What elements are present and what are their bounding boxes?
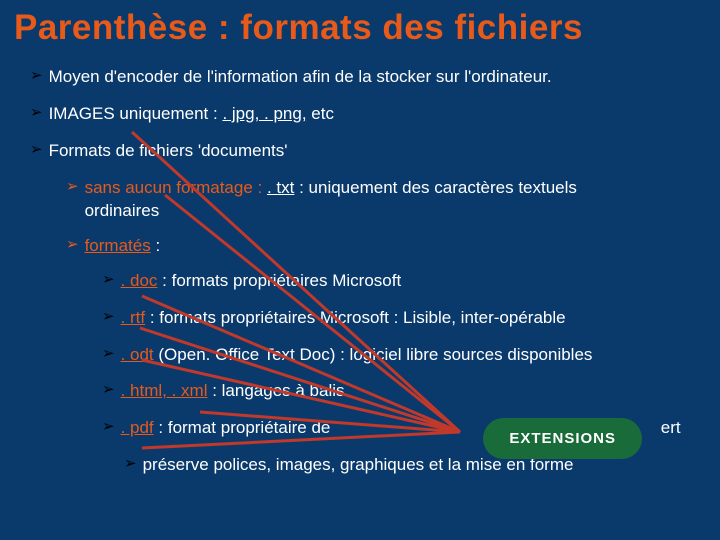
label: etc: [307, 104, 334, 123]
label-tail: ert: [661, 417, 681, 440]
label: : formats propriétaires Microsoft: [157, 271, 401, 290]
ext-label: . rtf: [121, 308, 146, 327]
chevron-right-icon: ➢: [66, 177, 79, 197]
label: : langages à balis: [207, 381, 344, 400]
bullet-odt: ➢ . odt (Open. Office Text Doc) : logici…: [102, 344, 706, 367]
bullet-doc: ➢ . doc : formats propriétaires Microsof…: [102, 270, 706, 293]
label: : format propriétaire de: [154, 418, 331, 437]
chevron-right-icon: ➢: [102, 417, 115, 437]
ext-label: . pdf: [121, 418, 154, 437]
bullet-text: . odt (Open. Office Text Doc) : logiciel…: [121, 344, 593, 367]
ext-label: . odt: [121, 345, 154, 364]
label: : formats propriétaires Microsoft : Lisi…: [145, 308, 565, 327]
bullet-sans-formatage: ➢ sans aucun formatage : . txt : uniquem…: [66, 177, 706, 223]
ext-label: . doc: [121, 271, 158, 290]
slide-title: Parenthèse : formats des fichiers: [14, 8, 706, 48]
chevron-right-icon: ➢: [102, 380, 115, 400]
chevron-right-icon: ➢: [102, 270, 115, 290]
bullet-encoder: ➢ Moyen d'encoder de l'information afin …: [30, 66, 706, 89]
bullet-text: . html, . xml : langages à balis: [121, 380, 345, 403]
chevron-right-icon: ➢: [30, 140, 43, 160]
chevron-right-icon: ➢: [30, 66, 43, 86]
bullet-text: formatés :: [85, 235, 161, 258]
ext-label: . html, . xml: [121, 381, 208, 400]
label: (Open. Office Text Doc) : logiciel libre…: [154, 345, 593, 364]
bullet-rtf: ➢ . rtf : formats propriétaires Microsof…: [102, 307, 706, 330]
bullet-images: ➢ IMAGES uniquement : . jpg, . png, etc: [30, 103, 706, 126]
bullet-text: Moyen d'encoder de l'information afin de…: [49, 66, 552, 89]
ext-label: . jpg, . png,: [222, 104, 306, 123]
label: :: [151, 236, 160, 255]
extensions-badge: EXTENSIONS: [483, 418, 642, 459]
bullet-text: Formats de fichiers 'documents': [49, 140, 288, 163]
label: IMAGES uniquement :: [49, 104, 223, 123]
highlight-text: sans aucun formatage :: [85, 178, 267, 197]
chevron-right-icon: ➢: [66, 235, 79, 255]
chevron-right-icon: ➢: [102, 344, 115, 364]
bullet-formates: ➢ formatés :: [66, 235, 706, 258]
ext-label: . txt: [267, 178, 294, 197]
chevron-right-icon: ➢: [124, 454, 137, 474]
chevron-right-icon: ➢: [30, 103, 43, 123]
bullet-text: IMAGES uniquement : . jpg, . png, etc: [49, 103, 334, 126]
chevron-right-icon: ➢: [102, 307, 115, 327]
bullet-formats-doc: ➢ Formats de fichiers 'documents': [30, 140, 706, 163]
highlight-text: formatés: [85, 236, 151, 255]
bullet-text: . rtf : formats propriétaires Microsoft …: [121, 307, 566, 330]
bullet-text: sans aucun formatage : . txt : uniquemen…: [85, 177, 645, 223]
bullet-text: . doc : formats propriétaires Microsoft: [121, 270, 402, 293]
bullet-html: ➢ . html, . xml : langages à balis: [102, 380, 706, 403]
